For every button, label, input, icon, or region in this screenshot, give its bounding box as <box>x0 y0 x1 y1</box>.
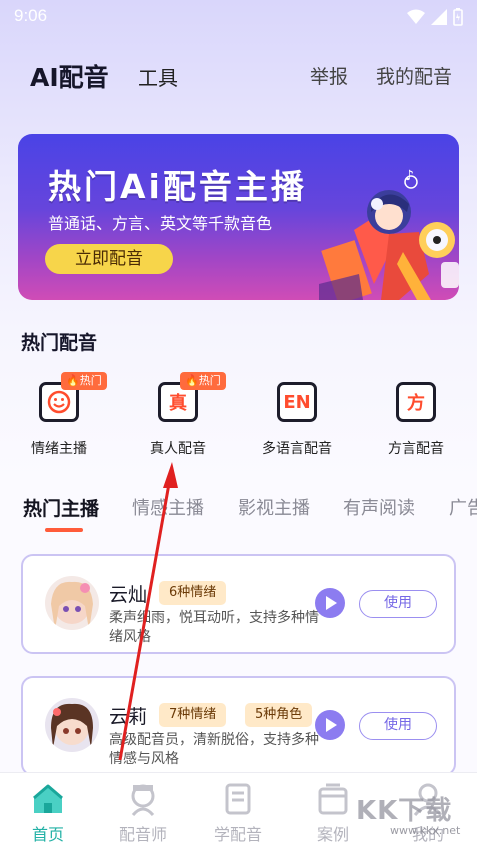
status-time: 9:06 <box>14 6 48 25</box>
anchor-card[interactable]: 云灿 6种情绪 柔声细雨，悦耳动听，支持多种情绪风格 使用 <box>21 554 456 654</box>
flame-icon: 🔥 <box>185 374 199 387</box>
tab-film-anchors[interactable]: 影视主播 <box>238 494 310 520</box>
status-bar: 9:06 <box>0 0 477 34</box>
banner-title: 热门Ai配音主播 <box>48 167 307 206</box>
emotion-tag: 6种情绪 <box>159 581 227 605</box>
anchor-tabs: 热门主播 情感主播 影视主播 有声阅读 广告 <box>0 490 477 534</box>
use-button[interactable]: 使用 <box>359 590 437 618</box>
singer-illustration: ♪ <box>319 168 459 300</box>
tab-hot-anchors[interactable]: 热门主播 <box>23 494 99 521</box>
dialect-icon: 方 <box>396 382 436 422</box>
anchor-card[interactable]: 云莉 7种情绪 5种角色 高级配音员，清新脱俗，支持多种情感与风格 使用 <box>21 676 456 776</box>
promo-banner[interactable]: 热门Ai配音主播 普通话、方言、英文等千款音色 立即配音 ♪ <box>18 134 459 300</box>
watermark-text: KK下载 <box>356 796 453 826</box>
use-button[interactable]: 使用 <box>359 712 437 740</box>
avatar <box>45 576 99 630</box>
play-icon[interactable] <box>315 710 345 740</box>
category-label: 多语言配音 <box>262 441 332 457</box>
hot-badge-label: 热门 <box>198 374 221 387</box>
nav-label: 配音师 <box>118 825 167 844</box>
app-title[interactable]: AI配音 <box>30 58 109 94</box>
hot-badge: 🔥热门 <box>61 372 107 390</box>
category-label: 情绪主播 <box>31 441 87 457</box>
role-tag: 5种角色 <box>245 703 313 727</box>
hot-badge: 🔥热门 <box>180 372 226 390</box>
play-icon[interactable] <box>315 588 345 618</box>
watermark: KK下载 www.kkx.net <box>352 790 472 844</box>
battery-icon <box>453 8 463 26</box>
status-icons <box>407 8 463 26</box>
dubber-icon <box>131 784 155 817</box>
real-voice-glyph: 真 <box>169 393 187 414</box>
anchor-name: 云莉 <box>109 706 148 728</box>
category-label: 方言配音 <box>388 441 444 457</box>
dialect-glyph: 方 <box>407 393 425 414</box>
my-dubbing-link[interactable]: 我的配音 <box>376 62 452 89</box>
start-dubbing-button[interactable]: 立即配音 <box>45 244 173 274</box>
hot-dubbing-title: 热门配音 <box>21 332 98 354</box>
category-emotion[interactable]: 🔥热门 情绪主播 <box>15 372 107 460</box>
category-dialect[interactable]: 方 方言配音 <box>372 380 462 460</box>
nav-home[interactable]: 首页 <box>0 773 96 848</box>
english-glyph: EN <box>283 391 311 413</box>
anchor-description: 高级配音员，清新脱俗，支持多种情感与风格 <box>109 732 319 767</box>
nav-label: 首页 <box>31 825 64 844</box>
emotion-tag: 7种情绪 <box>159 703 227 727</box>
hot-badge-label: 热门 <box>79 374 102 387</box>
nav-learn[interactable]: 学配音 <box>190 773 286 848</box>
category-real-voice[interactable]: 真 🔥热门 真人配音 <box>134 372 226 460</box>
signal-icon <box>431 9 447 25</box>
home-icon <box>33 784 63 813</box>
flame-icon: 🔥 <box>66 374 80 387</box>
top-nav: AI配音 工具 举报 我的配音 <box>0 50 477 100</box>
banner-subtitle: 普通话、方言、英文等千款音色 <box>48 214 273 233</box>
wifi-icon <box>407 9 425 24</box>
english-icon: EN <box>277 382 317 422</box>
anchor-description: 柔声细雨，悦耳动听，支持多种情绪风格 <box>109 610 319 645</box>
report-link[interactable]: 举报 <box>310 62 348 89</box>
svg-text:♪: ♪ <box>405 168 414 184</box>
category-label: 真人配音 <box>150 441 206 457</box>
active-tab-indicator <box>45 528 83 532</box>
watermark-url: www.kkx.net <box>390 824 461 837</box>
nav-label: 学配音 <box>213 825 262 844</box>
anchor-name: 云灿 <box>109 584 148 606</box>
tools-tab[interactable]: 工具 <box>138 62 178 91</box>
tab-ads[interactable]: 广告 <box>449 494 477 520</box>
tab-emotion-anchors[interactable]: 情感主播 <box>132 494 204 520</box>
book-icon <box>225 783 251 815</box>
tab-audiobook[interactable]: 有声阅读 <box>343 494 415 520</box>
avatar <box>45 698 99 752</box>
nav-dubbers[interactable]: 配音师 <box>95 773 191 848</box>
category-multilingual[interactable]: EN 多语言配音 <box>253 380 343 460</box>
cases-icon <box>318 783 348 815</box>
